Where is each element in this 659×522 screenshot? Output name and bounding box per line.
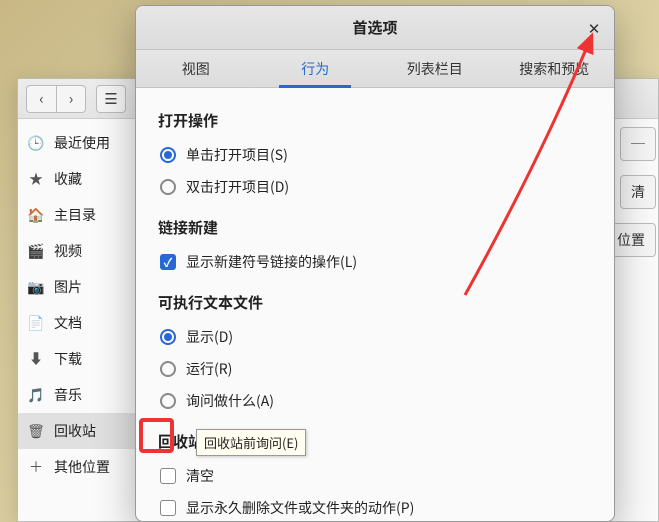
section-executable: 可执行文本文件 xyxy=(158,292,592,313)
dialog-title: 首选项 xyxy=(352,17,397,38)
checkbox-show-symlink[interactable]: ✓ xyxy=(160,254,176,270)
checkbox-show-delete-permanently[interactable] xyxy=(160,500,176,516)
tab-list-columns[interactable]: 列表栏目 xyxy=(375,50,495,87)
sidebar-item-videos[interactable]: 🎬 视频 xyxy=(18,233,141,269)
sidebar-item-label: 图片 xyxy=(54,277,82,297)
clock-icon: 🕒 xyxy=(28,133,44,153)
sidebar-item-label: 收藏 xyxy=(54,169,82,189)
checkbox-ask-before-empty[interactable] xyxy=(160,468,176,484)
music-icon: 🎵 xyxy=(28,385,44,405)
tab-behavior[interactable]: 行为 xyxy=(256,50,376,87)
tooltip: 回收站前询问(E) xyxy=(196,429,306,456)
camera-icon: 📷 xyxy=(28,277,44,297)
radio-exec-ask[interactable] xyxy=(160,393,176,409)
radio-single-click[interactable] xyxy=(160,147,176,163)
sidebar-item-other[interactable]: ＋ 其他位置 xyxy=(18,449,141,485)
option-label: 显示新建符号链接的操作(L) xyxy=(186,252,357,272)
empty-button[interactable]: 清 xyxy=(620,175,656,209)
dialog-header: 首选项 ✕ xyxy=(136,6,614,50)
download-icon: ⬇ xyxy=(28,349,44,369)
radio-double-click[interactable] xyxy=(160,179,176,195)
back-button[interactable]: ‹ xyxy=(26,85,56,113)
tab-bar: 视图 行为 列表栏目 搜索和预览 xyxy=(136,50,614,88)
section-link-create: 链接新建 xyxy=(158,217,592,238)
radio-exec-display[interactable] xyxy=(160,329,176,345)
dialog-body: 打开操作 单击打开项目(S) 双击打开项目(D) 链接新建 ✓ 显示新建符号链接的… xyxy=(136,88,614,522)
sidebar-item-label: 回收站 xyxy=(54,421,96,441)
star-icon: ★ xyxy=(28,169,44,189)
sidebar-item-starred[interactable]: ★ 收藏 xyxy=(18,161,141,197)
option-label: 显示(D) xyxy=(186,327,233,347)
sidebar-item-home[interactable]: 🏠 主目录 xyxy=(18,197,141,233)
plus-icon: ＋ xyxy=(28,457,44,477)
sidebar-item-documents[interactable]: 📄 文档 xyxy=(18,305,141,341)
forward-button[interactable]: › xyxy=(56,85,86,113)
radio-exec-run[interactable] xyxy=(160,361,176,377)
document-icon: 📄 xyxy=(28,313,44,333)
sidebar-item-pictures[interactable]: 📷 图片 xyxy=(18,269,141,305)
list-button[interactable]: ☰ xyxy=(96,85,126,113)
option-label: 显示永久删除文件或文件夹的动作(P) xyxy=(186,498,414,518)
sidebar-item-trash[interactable]: 🗑 回收站 xyxy=(18,413,141,449)
sidebar-item-label: 最近使用 xyxy=(54,133,110,153)
home-icon: 🏠 xyxy=(28,205,44,225)
sidebar: 🕒最近使用 ★收藏 🏠主目录 🎬视频 📷图片 📄文档 ⬇下载 🎵音乐 🗑回收站 … xyxy=(18,119,142,521)
sidebar-item-label: 其他位置 xyxy=(54,457,110,477)
option-label: 双击打开项目(D) xyxy=(186,177,289,197)
option-label: 询问做什么(A) xyxy=(186,391,274,411)
close-button[interactable]: ✕ xyxy=(582,16,606,40)
minimize-button[interactable]: ─ xyxy=(620,127,656,161)
sidebar-item-downloads[interactable]: ⬇ 下载 xyxy=(18,341,141,377)
close-icon: ✕ xyxy=(588,18,601,39)
section-open-action: 打开操作 xyxy=(158,110,592,131)
option-label: 运行(R) xyxy=(186,359,232,379)
tab-search-preview[interactable]: 搜索和预览 xyxy=(495,50,615,87)
sidebar-item-label: 下载 xyxy=(54,349,82,369)
sidebar-item-music[interactable]: 🎵 音乐 xyxy=(18,377,141,413)
trash-icon: 🗑 xyxy=(28,421,44,441)
sidebar-item-label: 音乐 xyxy=(54,385,82,405)
video-icon: 🎬 xyxy=(28,241,44,261)
sidebar-item-label: 主目录 xyxy=(54,205,96,225)
sidebar-item-label: 视频 xyxy=(54,241,82,261)
sidebar-item-label: 文档 xyxy=(54,313,82,333)
tab-view[interactable]: 视图 xyxy=(136,50,256,87)
sidebar-item-recent[interactable]: 🕒 最近使用 xyxy=(18,125,141,161)
option-label: 单击打开项目(S) xyxy=(186,145,288,165)
option-label: 清空 xyxy=(186,466,214,486)
